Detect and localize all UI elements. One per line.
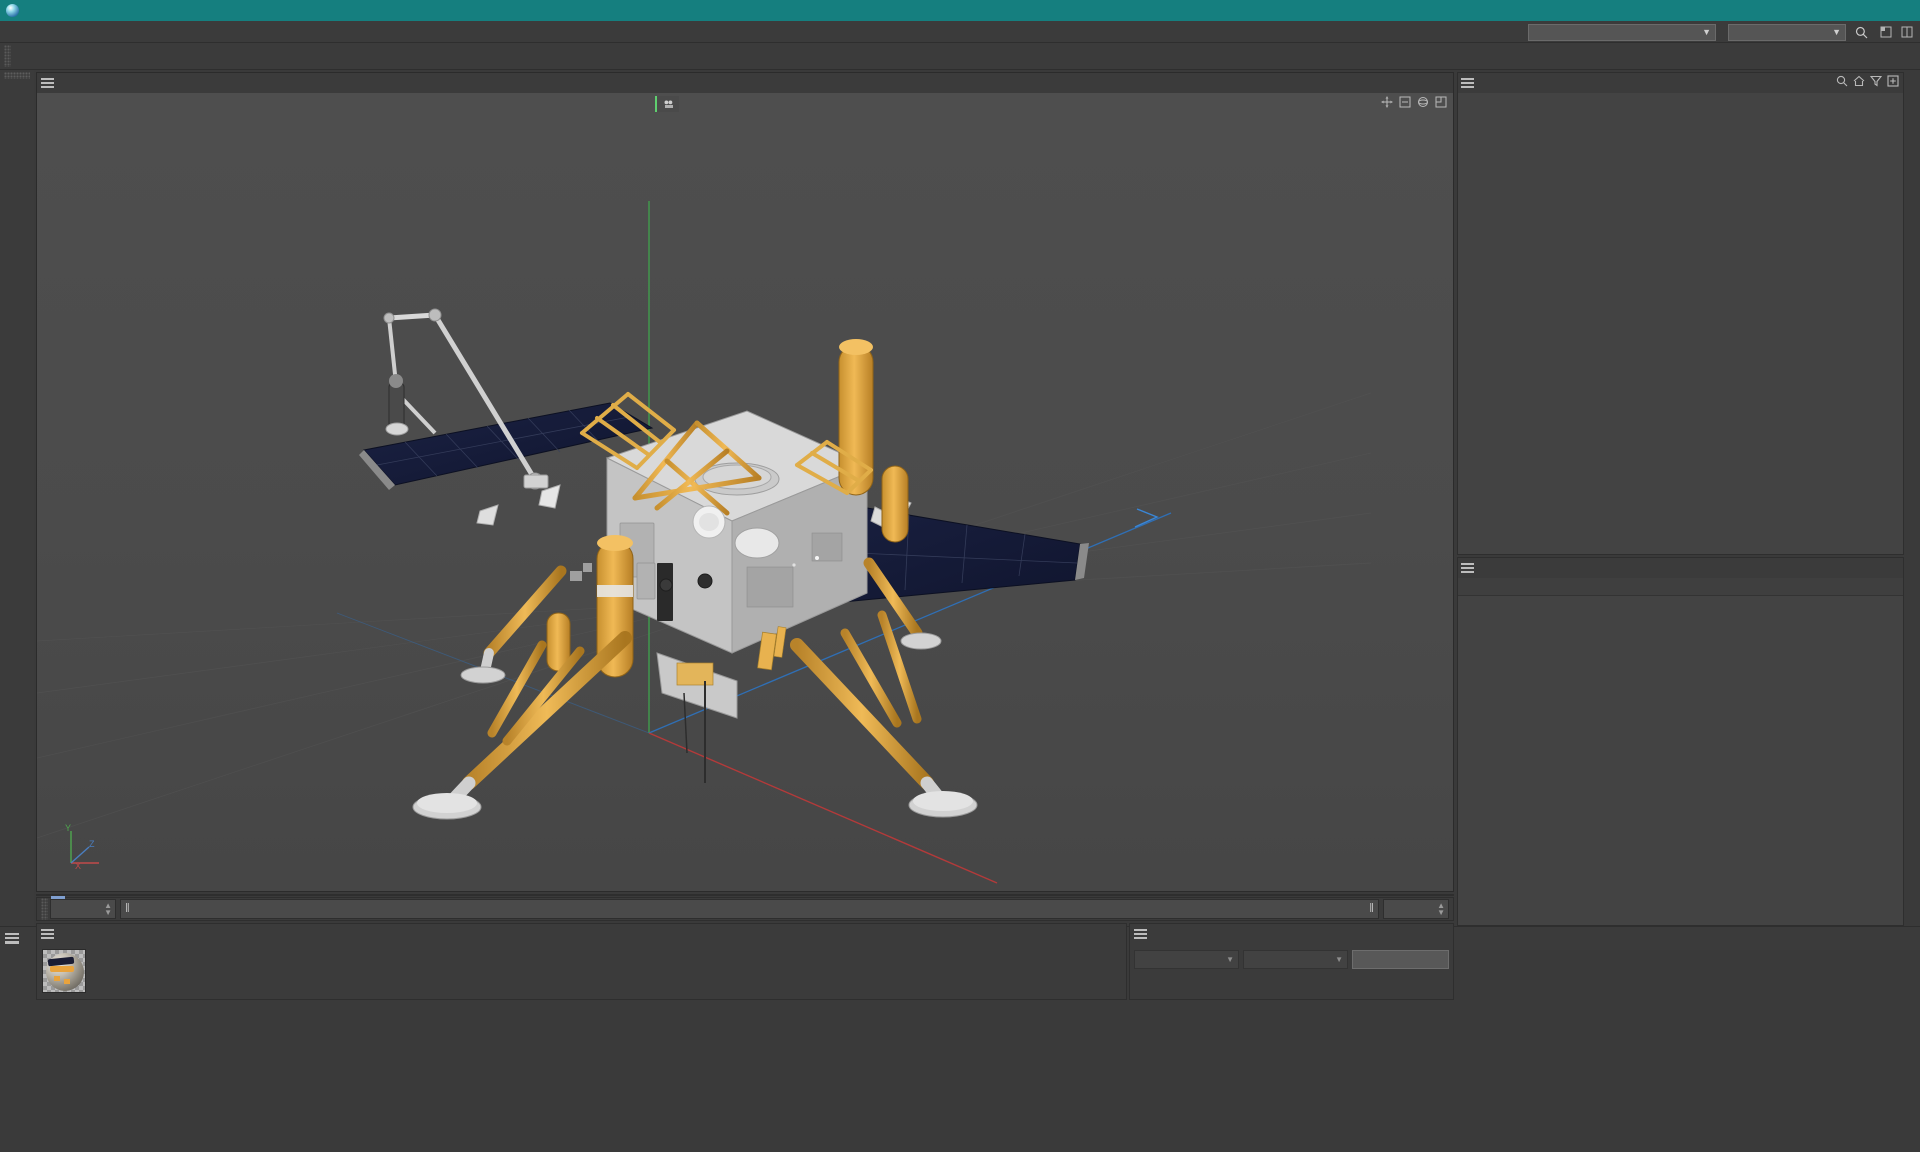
viewport-axis-gizmo: Y X Z [65, 823, 99, 871]
close-button[interactable] [1874, 0, 1920, 21]
viewport-nav-icons [1381, 96, 1447, 108]
svg-text:Z: Z [89, 839, 95, 849]
main-toolbar [0, 43, 1920, 70]
center-column: Y X Z ▲ ▼ ‖ ‖ ▲ ▼ ▼ ▼ [34, 70, 1455, 1000]
end-frame-field[interactable]: ▲ ▼ [1383, 899, 1449, 919]
zoom-icon[interactable] [1399, 96, 1411, 108]
material-hamburger-icon[interactable] [41, 929, 54, 939]
transport-grip[interactable] [41, 898, 48, 920]
layer-manager [1457, 556, 1904, 926]
title-bar [0, 0, 1920, 21]
bottom-panels: ▼ ▼ [36, 923, 1454, 1000]
coordinate-controls: ▼ ▼ [1130, 948, 1453, 969]
layer-hamburger-icon[interactable] [1461, 562, 1474, 573]
material-item[interactable] [42, 949, 86, 993]
node-space-select[interactable]: ▼ [1528, 23, 1716, 41]
object-hamburger-icon[interactable] [1461, 78, 1474, 88]
home-icon[interactable] [1853, 75, 1865, 87]
chevron-down-icon: ▼ [1702, 27, 1711, 37]
filter-icon[interactable] [1870, 75, 1882, 87]
toolbar-grip[interactable] [4, 45, 11, 67]
timeline-ruler[interactable]: ▲▼ [36, 894, 1454, 919]
svg-text:X: X [75, 861, 81, 871]
status-hamburger-icon[interactable] [5, 933, 19, 944]
layout-select[interactable]: ▼ [1728, 23, 1846, 41]
pan-icon[interactable] [1381, 96, 1393, 108]
spinner-icon[interactable]: ▲▼ [104, 902, 112, 917]
layer-rows[interactable] [1458, 595, 1903, 925]
material-manager [36, 923, 1127, 1000]
left-palette-grip[interactable] [4, 72, 30, 79]
coordinate-hamburger-icon[interactable] [1134, 929, 1147, 939]
object-manager-menu [1458, 73, 1903, 93]
viewport-3d[interactable]: Y X Z [37, 93, 1453, 891]
maximize-viewport-icon[interactable] [1435, 96, 1447, 108]
start-frame-field[interactable]: ▲ ▼ [50, 899, 116, 919]
search-icon[interactable] [1852, 26, 1871, 39]
left-tool-palette [0, 70, 34, 926]
right-column [1455, 70, 1904, 926]
viewport-panel: Y X Z [36, 72, 1454, 892]
main-area: Y X Z ▲ ▼ ‖ ‖ ▲ ▼ ▼ ▼ [0, 70, 1920, 1000]
chevron-down-icon: ▼ [1226, 955, 1234, 964]
menu-bar-right: ▼ ▼ [1522, 21, 1916, 43]
scene-render [37, 201, 1371, 884]
layer-manager-menu [1458, 558, 1903, 578]
orbit-icon[interactable] [1417, 96, 1429, 108]
coord-system-select[interactable]: ▼ [1134, 950, 1239, 969]
timeline-ticks [51, 895, 1451, 928]
viewport-hamburger-icon[interactable] [41, 78, 54, 88]
layout-grid-icon[interactable] [1901, 26, 1916, 38]
search-icon[interactable] [1836, 75, 1848, 87]
object-manager [1457, 72, 1904, 555]
window-controls [1782, 0, 1920, 21]
layout-lock-icon[interactable] [1877, 26, 1895, 38]
minimize-button[interactable] [1782, 0, 1828, 21]
coord-mode-select[interactable]: ▼ [1243, 950, 1348, 969]
viewport-menu-bar [37, 73, 1453, 93]
chevron-down-icon: ▼ [1335, 955, 1343, 964]
app-logo-icon [6, 4, 19, 17]
material-preview-sphere [46, 953, 84, 991]
svg-text:Y: Y [65, 823, 71, 833]
object-tree[interactable] [1458, 93, 1903, 554]
layer-columns [1458, 577, 1903, 596]
object-manager-icons [1836, 75, 1899, 87]
apply-button[interactable] [1352, 950, 1449, 969]
coordinate-manager: ▼ ▼ [1129, 923, 1454, 1000]
spinner-icon[interactable]: ▲▼ [1437, 902, 1445, 917]
menu-bar: ▼ ▼ [0, 21, 1920, 43]
add-icon[interactable] [1887, 75, 1899, 87]
chevron-down-icon: ▼ [1832, 27, 1841, 37]
material-list[interactable] [37, 944, 1126, 999]
maximize-button[interactable] [1828, 0, 1874, 21]
material-thumbnail [42, 949, 86, 993]
right-vertical-tabs [1904, 70, 1920, 926]
